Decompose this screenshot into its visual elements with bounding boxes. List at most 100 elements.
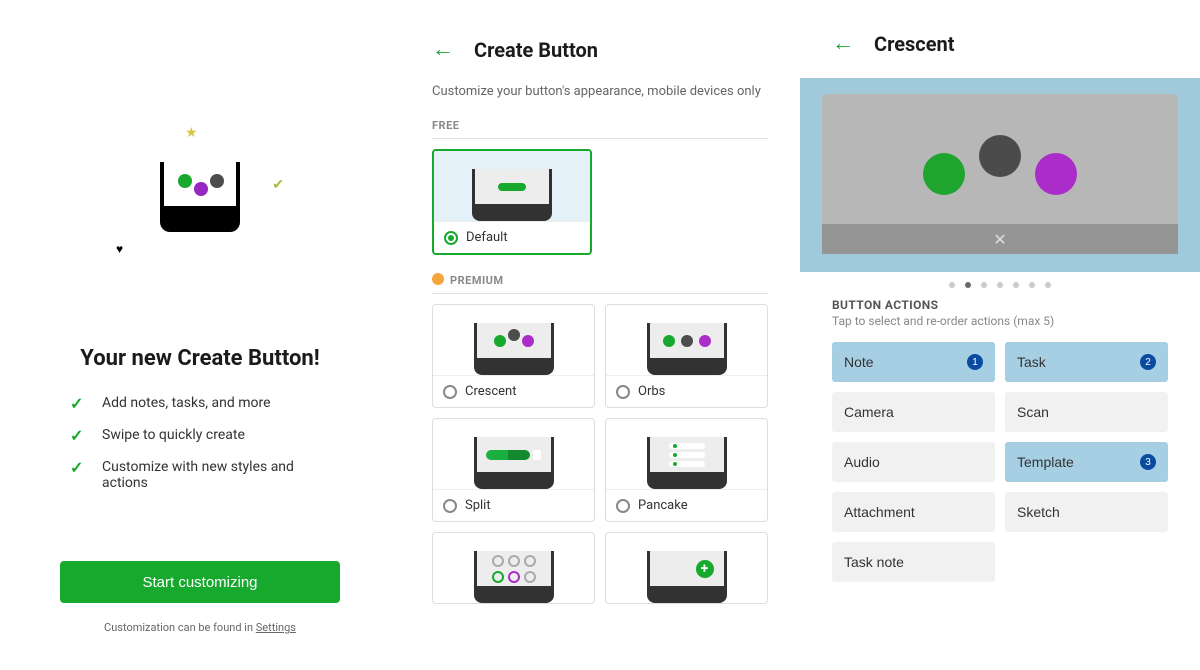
- actions-grid: Note1 Task 2 Camera Scan Audio Template 3 Attach…: [832, 342, 1168, 582]
- panel-subtitle: Customize your button's appearance, mobi…: [432, 84, 768, 99]
- action-template[interactable]: Template 3: [1005, 442, 1168, 482]
- heart-icon: ♥: [116, 242, 123, 256]
- dot-icon: [681, 335, 693, 347]
- action-label: Note: [844, 354, 874, 370]
- pager-dot[interactable]: [949, 282, 955, 288]
- free-section-label: FREE: [432, 119, 768, 139]
- dot-icon: [508, 555, 520, 567]
- radio-icon: [616, 385, 630, 399]
- style-preview: [434, 151, 590, 221]
- split-left-icon: [486, 450, 508, 460]
- action-label: Task: [1017, 354, 1046, 370]
- phone-illustration: [160, 162, 240, 232]
- check-icon: ✓: [70, 427, 88, 445]
- dot-icon: [492, 571, 504, 583]
- intro-footnote: Customization can be found in Settings: [104, 621, 296, 634]
- panel-title: Crescent: [874, 32, 955, 56]
- close-icon[interactable]: ✕: [822, 224, 1178, 254]
- back-arrow-icon[interactable]: ←: [432, 39, 454, 61]
- start-customizing-button[interactable]: Start customizing: [60, 561, 340, 603]
- star-icon: ★: [185, 125, 198, 141]
- style-label: Crescent: [465, 384, 516, 399]
- dot-icon: [524, 571, 536, 583]
- actions-title: BUTTON ACTIONS: [832, 298, 1168, 312]
- action-scan[interactable]: Scan: [1005, 392, 1168, 432]
- dot-green-icon: [178, 174, 192, 188]
- action-label: Audio: [844, 454, 880, 470]
- style-card-extra-1[interactable]: [432, 532, 595, 604]
- panel-header: ← Crescent: [800, 32, 1200, 56]
- pancake-icon: [669, 443, 705, 467]
- dot-gray-icon: [210, 174, 224, 188]
- action-note[interactable]: Note1: [832, 342, 995, 382]
- preview-frame: ✕: [822, 94, 1178, 254]
- dot-purple-icon: [1035, 153, 1077, 195]
- preview-hero: ✕: [800, 78, 1200, 272]
- radio-icon: [616, 499, 630, 513]
- fab-plus-icon: +: [696, 560, 714, 578]
- dot-icon: [663, 335, 675, 347]
- back-arrow-icon[interactable]: ←: [832, 33, 854, 55]
- dot-icon: [492, 555, 504, 567]
- order-badge: 2: [1140, 354, 1156, 370]
- action-camera[interactable]: Camera: [832, 392, 995, 432]
- intro-panel: ★ ✔ ♥ Your new Create Button! ✓ Add note…: [0, 0, 400, 670]
- action-label: Scan: [1017, 404, 1049, 420]
- style-label: Orbs: [638, 384, 665, 399]
- dot-purple-icon: [194, 182, 208, 196]
- style-card-split[interactable]: Split: [432, 418, 595, 522]
- style-card-pancake[interactable]: Pancake: [605, 418, 768, 522]
- action-label: Camera: [844, 404, 894, 420]
- free-options: Default: [432, 149, 768, 255]
- premium-options: Crescent Orbs: [432, 304, 768, 604]
- action-task[interactable]: Task 2: [1005, 342, 1168, 382]
- feature-item: ✓ Customize with new styles and actions: [70, 459, 330, 491]
- action-label: Sketch: [1017, 504, 1060, 520]
- action-label: Template: [1017, 454, 1074, 470]
- style-card-default[interactable]: Default: [432, 149, 592, 255]
- style-card-crescent[interactable]: Crescent: [432, 304, 595, 408]
- pager-dot[interactable]: [997, 282, 1003, 288]
- order-badge: 3: [1140, 454, 1156, 470]
- footnote-text: Customization can be found in: [104, 621, 256, 634]
- action-sketch[interactable]: Sketch: [1005, 492, 1168, 532]
- pager[interactable]: [800, 272, 1200, 298]
- pager-dot[interactable]: [965, 282, 971, 288]
- feature-list: ✓ Add notes, tasks, and more ✓ Swipe to …: [70, 395, 330, 505]
- dot-icon: [699, 335, 711, 347]
- feature-item: ✓ Add notes, tasks, and more: [70, 395, 330, 413]
- dot-icon: [524, 555, 536, 567]
- action-attachment[interactable]: Attachment: [832, 492, 995, 532]
- pager-dot[interactable]: [1013, 282, 1019, 288]
- action-label: Task note: [844, 554, 904, 570]
- style-card-extra-2[interactable]: +: [605, 532, 768, 604]
- panel-header: ← Create Button: [432, 38, 768, 62]
- check-icon: ✓: [70, 395, 88, 413]
- radio-icon: [444, 231, 458, 245]
- settings-link[interactable]: Settings: [256, 621, 296, 634]
- pager-dot[interactable]: [1045, 282, 1051, 288]
- radio-icon: [443, 499, 457, 513]
- style-card-orbs[interactable]: Orbs: [605, 304, 768, 408]
- style-label: Pancake: [638, 498, 688, 513]
- dot-icon: [508, 571, 520, 583]
- actions-block: BUTTON ACTIONS Tap to select and re-orde…: [800, 298, 1200, 582]
- action-task-note[interactable]: Task note: [832, 542, 995, 582]
- pager-dot[interactable]: [981, 282, 987, 288]
- style-label: Split: [465, 498, 491, 513]
- pill-icon: [498, 183, 526, 191]
- intro-title: Your new Create Button!: [80, 346, 319, 371]
- chip-icon: [533, 450, 541, 460]
- feature-text: Add notes, tasks, and more: [102, 395, 271, 411]
- check-icon: ✔: [272, 177, 284, 193]
- action-audio[interactable]: Audio: [832, 442, 995, 482]
- style-panel: ← Create Button Customize your button's …: [400, 0, 800, 670]
- action-label: Attachment: [844, 504, 915, 520]
- pager-dot[interactable]: [1029, 282, 1035, 288]
- dot-icon: [522, 335, 534, 347]
- radio-icon: [443, 385, 457, 399]
- panel-title: Create Button: [474, 38, 598, 62]
- crescent-panel: ← Crescent ✕ BUTTON ACTIONS Tap to selec…: [800, 0, 1200, 670]
- dot-green-icon: [923, 153, 965, 195]
- dot-gray-icon: [979, 135, 1021, 177]
